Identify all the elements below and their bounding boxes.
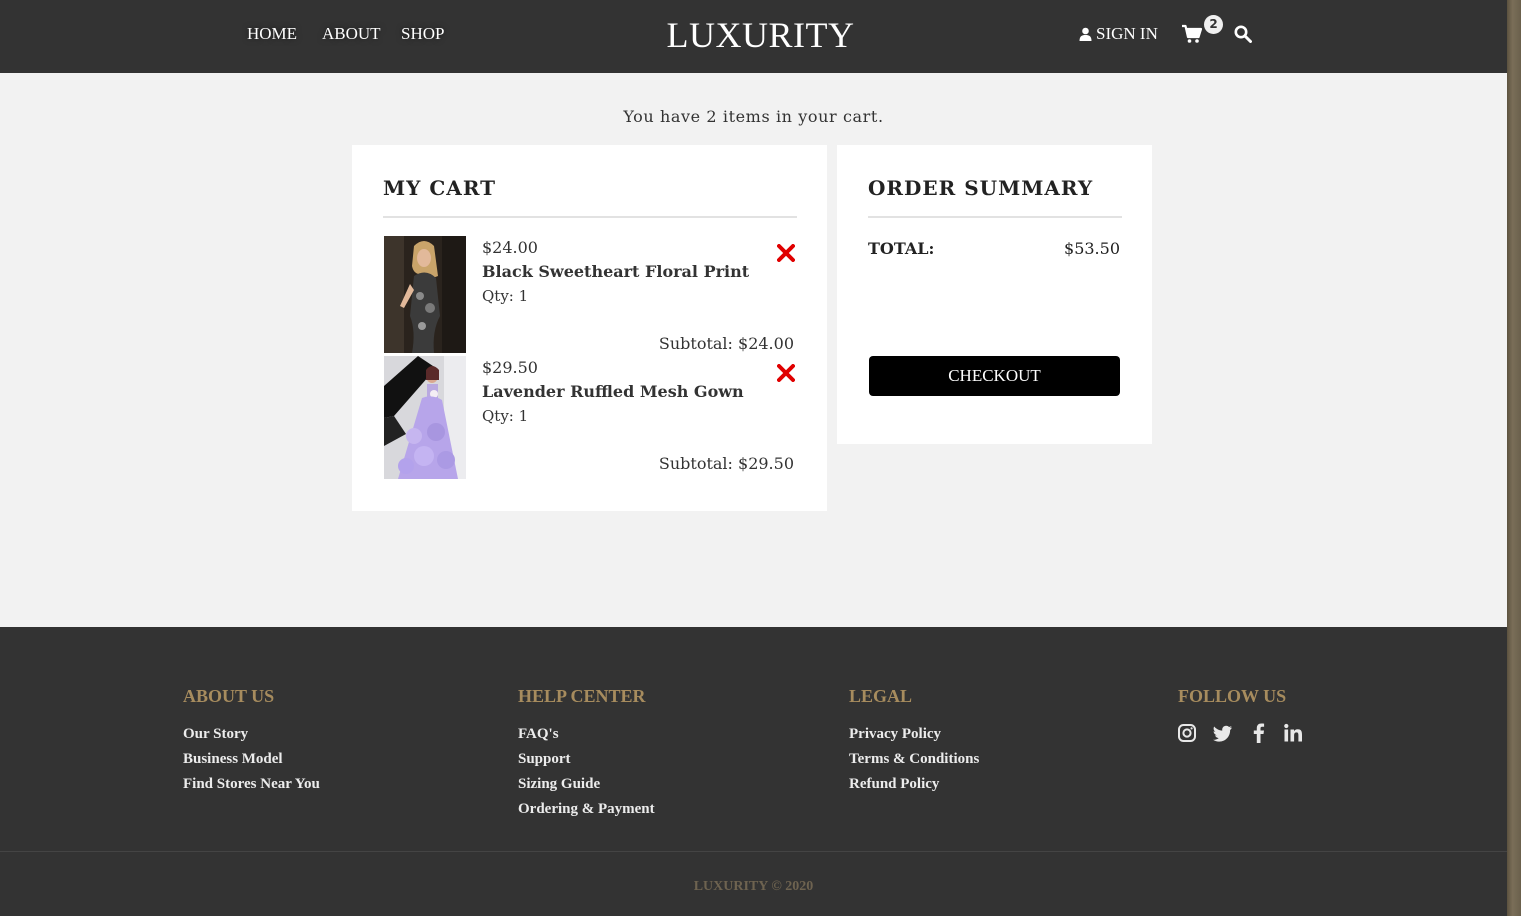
product-image-lavender-gown[interactable]	[384, 356, 466, 479]
copyright-text: LUXURITY © 2020	[693, 879, 814, 894]
total-label: TOTAL:	[868, 239, 935, 258]
checkout-button[interactable]: CHECKOUT	[869, 356, 1120, 396]
twitter-icon[interactable]	[1213, 723, 1233, 743]
item-name[interactable]: Lavender Ruffled Mesh Gown	[482, 382, 744, 401]
item-name[interactable]: Black Sweetheart Floral Print	[482, 262, 749, 281]
brand-logo[interactable]: LUXURITY	[0, 14, 1521, 56]
window-edge	[1507, 0, 1521, 916]
cart-count-badge: 2	[1204, 15, 1223, 34]
search-icon[interactable]	[1234, 25, 1252, 43]
site-header: HOME ABOUT SHOP LUXURITY SIGN IN 2	[0, 0, 1507, 73]
my-cart-divider	[383, 216, 797, 218]
footer-heading-help: HELP CENTER	[518, 686, 646, 706]
user-icon	[1079, 27, 1092, 41]
linkedin-icon[interactable]	[1283, 723, 1303, 743]
footer-divider	[0, 851, 1507, 852]
footer-link-terms[interactable]: Terms & Conditions	[849, 751, 979, 768]
my-cart-title: MY CART	[383, 176, 496, 200]
facebook-icon[interactable]	[1249, 723, 1269, 743]
footer-link-business-model[interactable]: Business Model	[183, 751, 283, 768]
footer-link-find-stores[interactable]: Find Stores Near You	[183, 776, 320, 793]
shopping-cart-icon[interactable]	[1182, 24, 1202, 44]
item-price: $29.50	[482, 358, 538, 377]
cart-message: You have 2 items in your cart.	[623, 107, 884, 126]
item-subtotal: Subtotal: $24.00	[658, 334, 794, 353]
footer-heading-follow: FOLLOW US	[1178, 686, 1287, 706]
sign-in-link[interactable]: SIGN IN	[1079, 24, 1158, 44]
footer-link-refund[interactable]: Refund Policy	[849, 776, 939, 793]
order-summary-title: ORDER SUMMARY	[868, 176, 1094, 200]
footer-link-support[interactable]: Support	[518, 751, 571, 768]
remove-item-icon[interactable]	[777, 244, 795, 262]
remove-item-icon[interactable]	[777, 364, 795, 382]
product-image-black-dress[interactable]	[384, 236, 466, 353]
item-price: $24.00	[482, 238, 538, 257]
footer-heading-about: ABOUT US	[183, 686, 275, 706]
item-subtotal: Subtotal: $29.50	[658, 454, 794, 473]
instagram-icon[interactable]	[1177, 723, 1197, 743]
total-value: $53.50	[1064, 239, 1120, 258]
item-qty: Qty: 1	[482, 287, 529, 305]
site-footer	[0, 627, 1507, 916]
footer-link-faqs[interactable]: FAQ's	[518, 726, 559, 743]
item-qty: Qty: 1	[482, 407, 529, 425]
footer-link-privacy[interactable]: Privacy Policy	[849, 726, 941, 743]
footer-heading-legal: LEGAL	[849, 686, 913, 706]
order-summary-divider	[868, 216, 1122, 218]
sign-in-label: SIGN IN	[1096, 24, 1158, 43]
footer-link-sizing-guide[interactable]: Sizing Guide	[518, 776, 600, 793]
footer-link-our-story[interactable]: Our Story	[183, 726, 248, 743]
footer-link-ordering-payment[interactable]: Ordering & Payment	[518, 801, 655, 818]
